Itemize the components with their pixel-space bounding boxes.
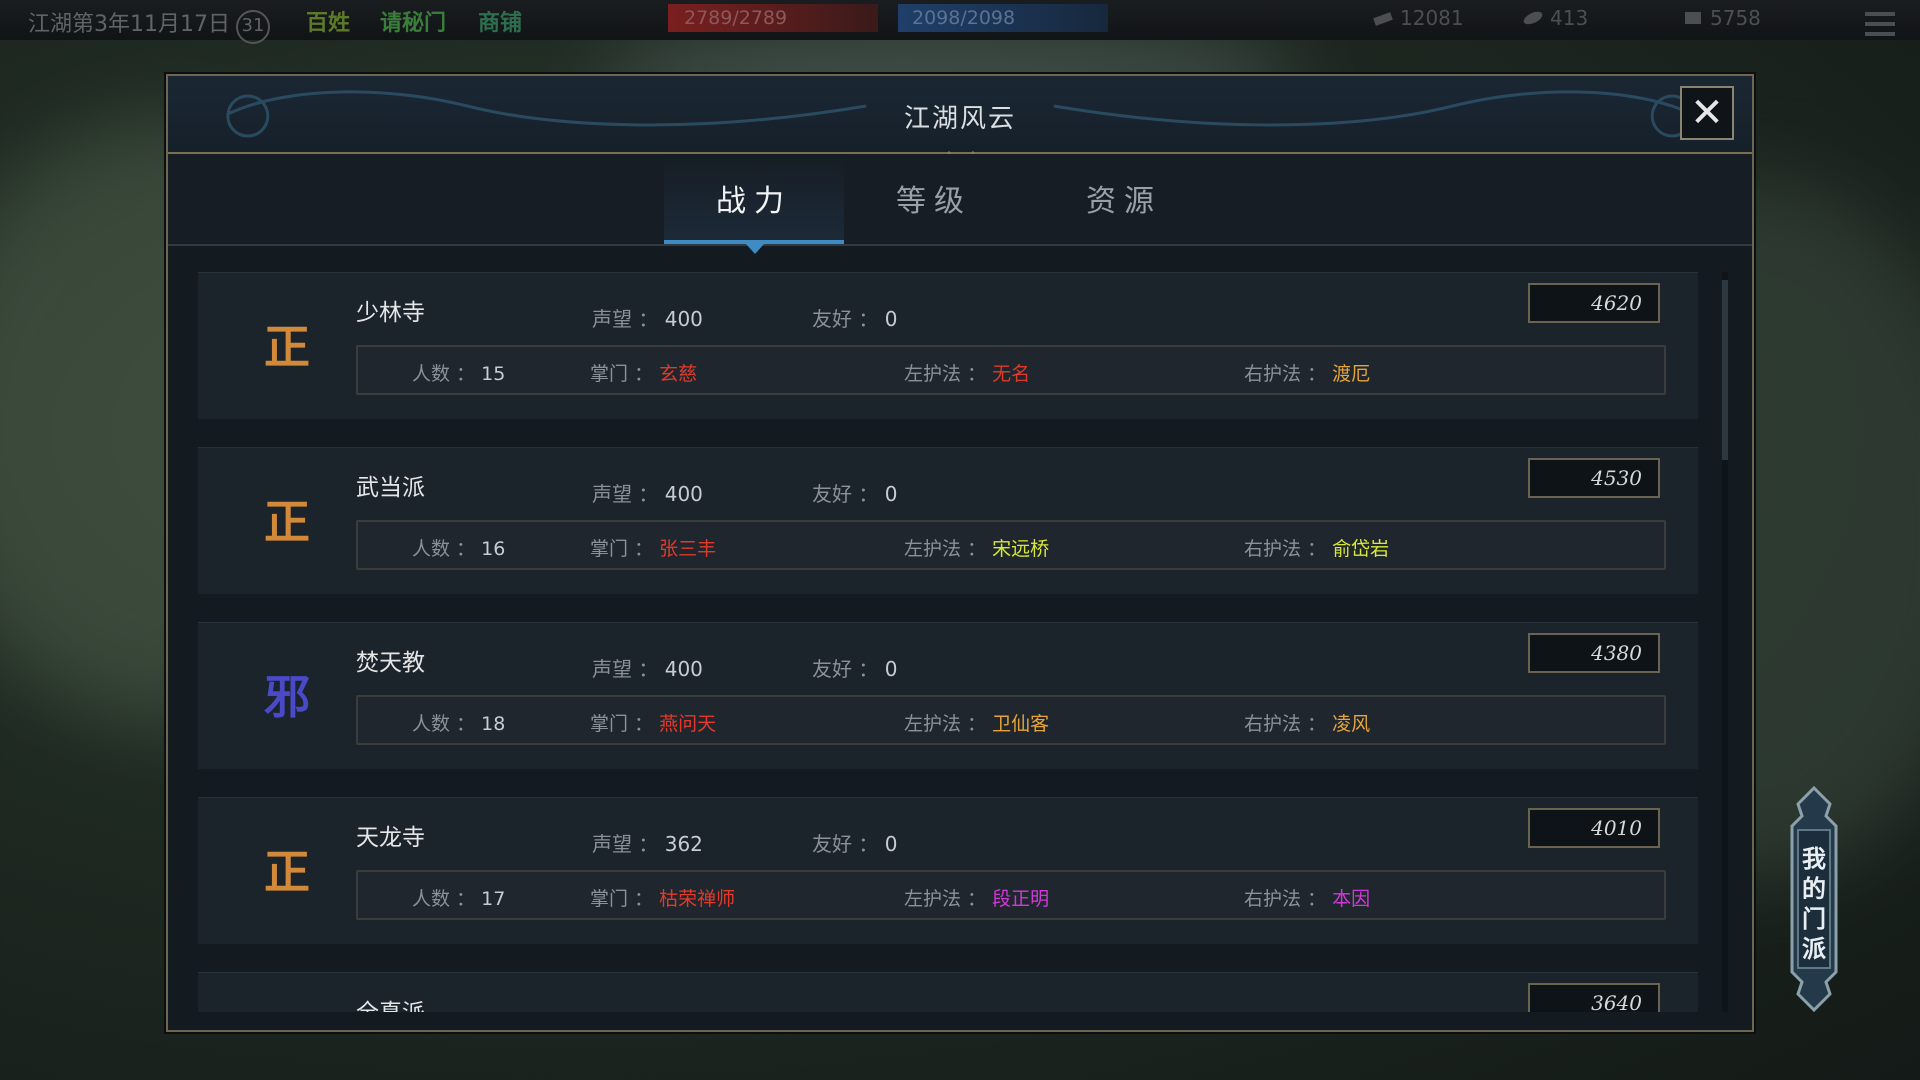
reputation-stat: 声望 ： 400 [592,657,703,681]
my-sect-button[interactable]: 我的门派 [1786,785,1842,1013]
friendship-stat: 友好 ： 0 [812,657,898,681]
alignment-badge: 正 [264,320,310,374]
game-date: 江湖第3年11月17日 31 [28,6,270,44]
panel-header: 江湖风云 ✕ [168,76,1752,154]
currency-2: 413 [1522,6,1588,30]
reputation-stat: 声望 ： 400 [592,482,703,506]
power-value: 4620 [1528,283,1660,323]
leader: 掌门 ： 玄慈 [590,363,698,385]
currency-3: 5758 [1682,6,1761,30]
left-guardian: 左护法 ： 宋远桥 [904,538,1050,560]
sect-card-quanzhen[interactable]: 全真派 3640 [198,972,1698,1012]
power-value: 4530 [1528,458,1660,498]
day-badge: 31 [236,10,270,44]
right-guardian: 右护法 ： 本因 [1244,888,1371,910]
power-value: 4380 [1528,633,1660,673]
menu-icon[interactable] [1858,6,1902,50]
power-value: 4010 [1528,808,1660,848]
sect-card-tianlong[interactable]: 正 天龙寺 声望 ： 362 友好 ： 0 4010 人数 ： 17 掌门 ： … [198,797,1698,944]
coin-stack-icon [1685,12,1701,24]
top-hud: 江湖第3年11月17日 31 百姓 请秘门 商铺 2789/2789 2098/2… [0,0,1920,44]
sect-list[interactable]: 正 少林寺 声望 ： 400 友好 ： 0 4620 人数 ： 15 掌门 ： … [198,272,1698,1012]
power-value: 3640 [1528,983,1660,1012]
close-button[interactable]: ✕ [1680,86,1734,140]
tab-level[interactable]: 等级 [844,154,1024,242]
sect-card-shaolin[interactable]: 正 少林寺 声望 ： 400 友好 ： 0 4620 人数 ： 15 掌门 ： … [198,272,1698,419]
sect-detail-row: 人数 ： 18 掌门 ： 燕问天 左护法 ： 卫仙客 右护法 ： 凌风 [356,695,1666,745]
alignment-badge: 正 [264,845,310,899]
member-count: 人数 ： 17 [412,888,506,910]
right-guardian: 右护法 ： 渡厄 [1244,363,1371,385]
sect-name: 全真派 [356,993,425,1012]
sect-card-fentian[interactable]: 邪 焚天教 声望 ： 400 友好 ： 0 4380 人数 ： 18 掌门 ： … [198,622,1698,769]
my-sect-label: 我的门派 [1802,845,1826,963]
sect-name: 焚天教 [356,650,425,676]
alignment-badge: 邪 [264,670,310,724]
left-guardian: 左护法 ： 卫仙客 [904,713,1050,735]
member-count: 人数 ： 16 [412,538,506,560]
member-count: 人数 ： 18 [412,713,506,735]
sect-name: 少林寺 [356,300,425,326]
list-scrollbar[interactable] [1722,272,1728,1012]
friendship-stat: 友好 ： 0 [812,832,898,856]
wood-icon [1373,12,1393,26]
sect-detail-row: 人数 ： 16 掌门 ： 张三丰 左护法 ： 宋远桥 右护法 ： 俞岱岩 [356,520,1666,570]
mp-bar: 2098/2098 [898,4,1108,32]
reputation-stat: 声望 ： 400 [592,307,703,331]
hud-tag-shop[interactable]: 商铺 [478,5,522,37]
alignment-badge: 正 [264,495,310,549]
date-text: 江湖第3年11月17日 [28,12,230,37]
member-count: 人数 ： 15 [412,363,506,385]
hp-bar: 2789/2789 [668,4,878,32]
scrollbar-thumb[interactable] [1722,280,1728,460]
friendship-stat: 友好 ： 0 [812,307,898,331]
tab-power[interactable]: 战力 [664,154,844,254]
leader: 掌门 ： 张三丰 [590,538,717,560]
sect-card-wudang[interactable]: 正 武当派 声望 ： 400 友好 ： 0 4530 人数 ： 16 掌门 ： … [198,447,1698,594]
sect-name: 武当派 [356,475,425,501]
right-guardian: 右护法 ： 凌风 [1244,713,1371,735]
hud-tag-commoners[interactable]: 百姓 [306,5,350,37]
tab-resources[interactable]: 资源 [1034,154,1214,242]
leader: 掌门 ： 枯荣禅师 [590,888,736,910]
left-guardian: 左护法 ： 无名 [904,363,1031,385]
right-guardian: 右护法 ： 俞岱岩 [1244,538,1390,560]
sect-detail-row: 人数 ： 17 掌门 ： 枯荣禅师 左护法 ： 段正明 右护法 ： 本因 [356,870,1666,920]
leader: 掌门 ： 燕问天 [590,713,717,735]
friendship-stat: 友好 ： 0 [812,482,898,506]
leaf-icon [1523,11,1543,25]
panel-title: 江湖风云 [903,104,1016,134]
sect-name: 天龙寺 [356,825,425,851]
active-tab-pointer-icon [746,244,764,254]
sect-detail-row: 人数 ： 15 掌门 ： 玄慈 左护法 ： 无名 右护法 ： 渡厄 [356,345,1666,395]
jianghu-ranking-panel: 江湖风云 ✕ 战力 等级 资源 正 少林寺 声望 ： 400 友好 ： 0 46… [166,74,1754,1032]
left-guardian: 左护法 ： 段正明 [904,888,1050,910]
reputation-stat: 声望 ： 362 [592,832,703,856]
tab-bar: 战力 等级 资源 [168,154,1752,254]
hud-tag-secret-door[interactable]: 请秘门 [380,5,446,37]
currency-1: 12081 [1372,6,1464,30]
